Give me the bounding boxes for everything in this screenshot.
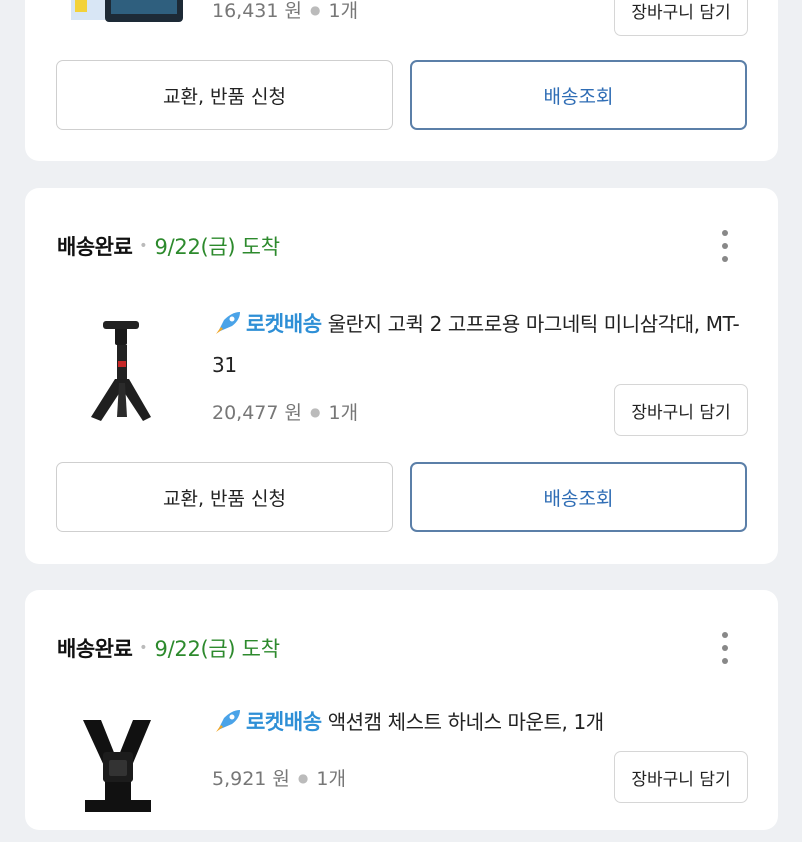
delivery-status-row: 배송완료 • 9/22(금) 도착 — [57, 231, 280, 261]
track-delivery-button[interactable]: 배송조회 — [410, 60, 747, 130]
quantity: 1개 — [316, 768, 346, 790]
delivery-status: 배송완료 — [57, 235, 133, 259]
add-to-cart-button[interactable]: 장바구니 담기 — [614, 751, 748, 803]
delivery-status-row: 배송완료 • 9/22(금) 도착 — [57, 633, 280, 663]
separator-dot: ● — [310, 405, 321, 419]
arrival-date: 9/22(금) 도착 — [154, 235, 280, 259]
rocket-icon — [212, 708, 242, 745]
price: 20,477 원 — [212, 402, 303, 424]
product-title[interactable]: 로켓배송 울란지 고퀵 2 고프로용 마그네틱 미니삼각대, MT-31 — [212, 306, 748, 383]
separator-dot: • — [139, 238, 148, 254]
quantity: 1개 — [328, 0, 359, 22]
product-thumbnail[interactable] — [55, 712, 185, 842]
add-to-cart-button[interactable]: 장바구니 담기 — [614, 384, 748, 436]
delivery-status: 배송완료 — [57, 637, 133, 661]
return-exchange-button[interactable]: 교환, 반품 신청 — [56, 462, 393, 532]
return-exchange-button[interactable]: 교환, 반품 신청 — [56, 60, 393, 130]
product-title[interactable]: 로켓배송 액션캠 체스트 하네스 마운트, 1개 — [212, 704, 748, 745]
rocket-delivery-label: 로켓배송 — [246, 710, 322, 734]
quantity: 1개 — [328, 402, 359, 424]
price-qty: 20,477 원 ● 1개 — [212, 398, 358, 425]
rocket-icon — [212, 310, 242, 347]
rocket-delivery-label: 로켓배송 — [246, 312, 322, 336]
price-qty: 16,431 원 ● 1개 — [212, 0, 358, 23]
separator-dot: ● — [310, 3, 321, 17]
price: 5,921 원 — [212, 768, 290, 790]
separator-dot: ● — [297, 771, 309, 785]
price: 16,431 원 — [212, 0, 303, 22]
add-to-cart-button[interactable]: 장바구니 담기 — [614, 0, 748, 36]
product-thumbnail[interactable] — [55, 313, 185, 443]
product-thumbnail[interactable] — [65, 0, 185, 26]
arrival-date: 9/22(금) 도착 — [154, 637, 280, 661]
order-card: 배송완료 • 9/22(금) 도착 로켓배송 울란지 고퀵 2 고프로용 마그네틱… — [25, 188, 778, 564]
kebab-menu-icon[interactable] — [720, 230, 730, 262]
kebab-menu-icon[interactable] — [720, 632, 730, 664]
order-card: 배송완료 • 9/22(금) 도착 로켓배송 액션캠 체스트 하네스 마운트, 1… — [25, 590, 778, 830]
price-qty: 5,921 원 ● 1개 — [212, 764, 346, 791]
separator-dot: • — [139, 640, 148, 656]
track-delivery-button[interactable]: 배송조회 — [410, 462, 747, 532]
product-name: 액션캠 체스트 하네스 마운트, 1개 — [327, 710, 605, 734]
order-card: 16,431 원 ● 1개 장바구니 담기 교환, 반품 신청 배송조회 — [25, 0, 778, 161]
